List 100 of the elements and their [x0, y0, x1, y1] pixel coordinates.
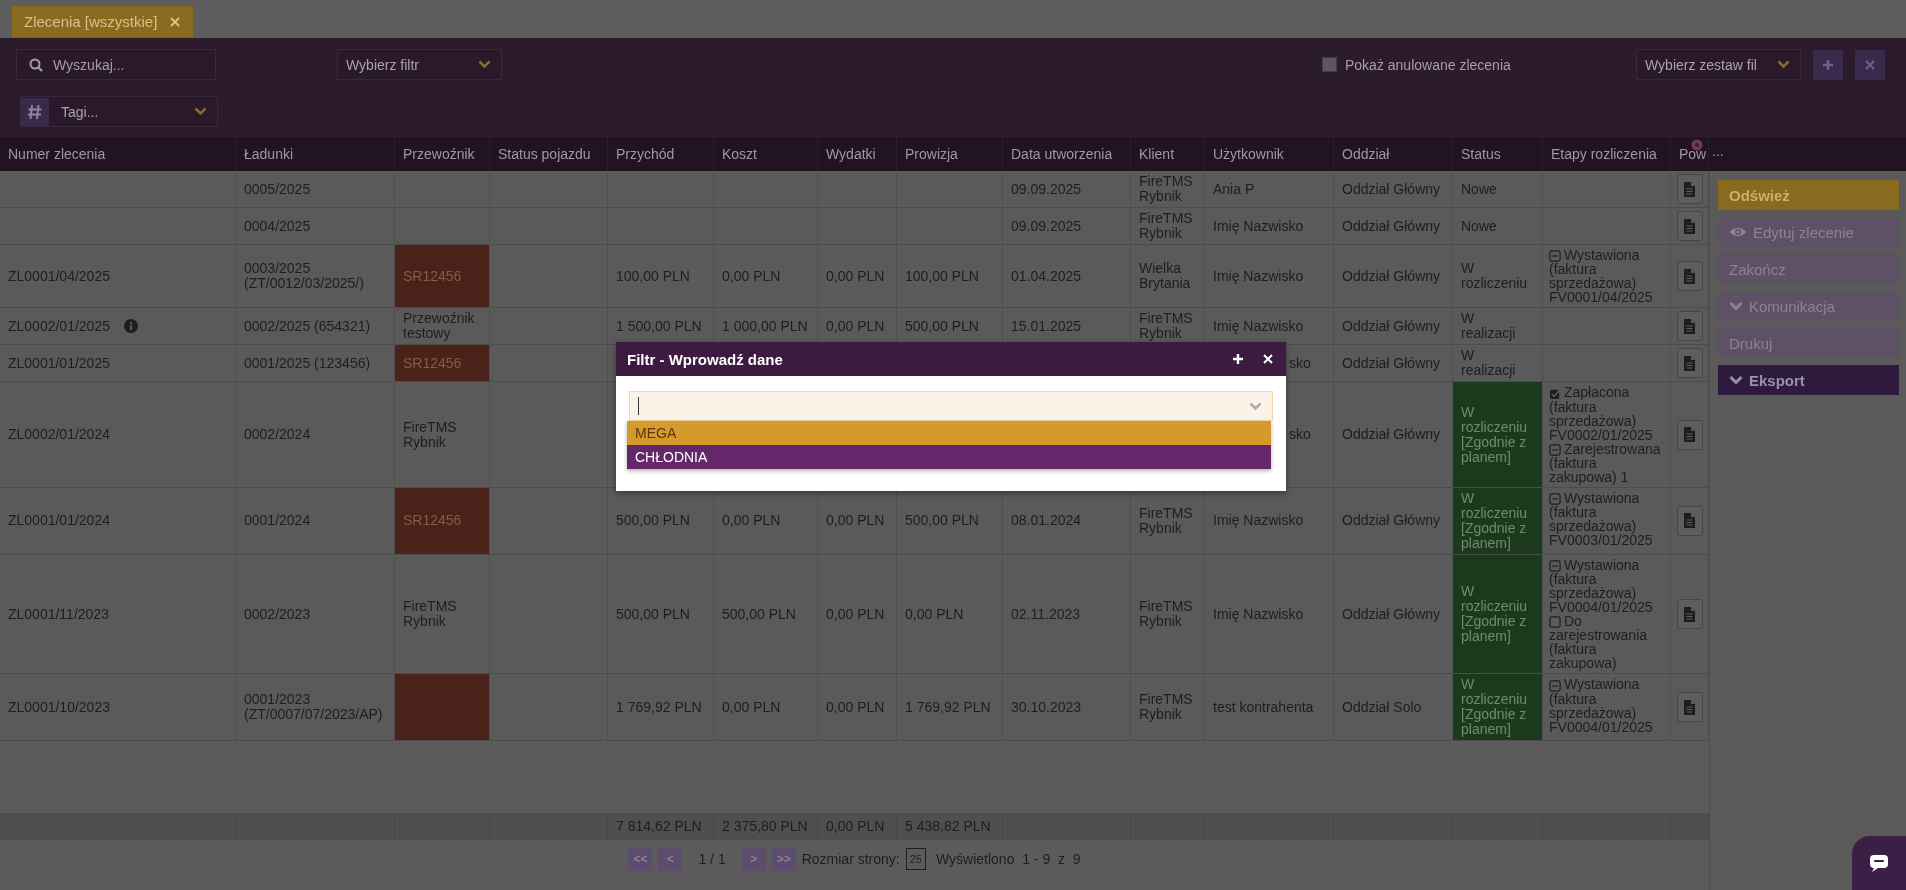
document-button[interactable] [1676, 348, 1703, 379]
document-button[interactable] [1676, 692, 1703, 723]
chat-icon [1868, 852, 1890, 874]
page-size-label: Rozmiar strony: [801, 851, 900, 867]
table-cell: 100,00 PLN [897, 245, 1003, 308]
table-cell: FireTMS Rybnik [395, 382, 490, 487]
stage-text: Wystawiona (faktura sprzedażowa) FV0003/01/2025 [1549, 489, 1653, 549]
checkbox[interactable] [1322, 57, 1337, 72]
close-button[interactable] [1262, 353, 1274, 365]
document-button[interactable] [1676, 505, 1703, 536]
table-cell: ZL0001/01/2025 [0, 345, 236, 382]
caret-icon [1249, 401, 1262, 411]
table-cell: Oddział Główny [1334, 245, 1453, 308]
table-cell: FireTMS Rybnik [395, 554, 490, 674]
table-cell: Imię Nazwisko [1213, 606, 1304, 622]
table-cell: 30.10.2023 [1003, 674, 1131, 741]
table-cell: Wielka Brytania [1131, 245, 1205, 308]
document-button[interactable] [1676, 261, 1703, 292]
table-cell: W rozliczeniu [Zgodnie z planem] [1453, 554, 1543, 674]
table-cell: ZL0002/01/2024 [0, 382, 236, 487]
document-button[interactable] [1676, 599, 1703, 630]
document-icon [1683, 513, 1696, 529]
table-cell: 09.09.2025 [1003, 171, 1131, 207]
action-button[interactable]: Eksport [1718, 365, 1899, 395]
table-cell: Oddział Główny [1334, 208, 1453, 244]
table-cell: W rozliczeniu [1453, 245, 1543, 308]
document-icon [1683, 427, 1696, 443]
filter-dropdown[interactable]: Wybierz filtr [337, 49, 502, 80]
close-icon [1864, 58, 1876, 71]
column-set-dropdown[interactable]: Wybierz zestaw fil [1636, 49, 1801, 80]
table-cell: 0002/2024 [236, 382, 395, 487]
more-columns[interactable]: ... [1712, 143, 1724, 159]
table-cell: 09.09.2025 [1003, 208, 1131, 244]
table-cell: Nowe [1453, 171, 1543, 207]
table-cell: 02.11.2023 [1003, 554, 1131, 674]
table-cell: ZL0001/11/2023 [0, 554, 236, 674]
table-cell: 01.04.2025 [1003, 245, 1131, 308]
results-summary: Wyświetlono 1 - 9 z 9 [935, 851, 1081, 867]
checkbox-label: Pokaż anulowane zlecenia [1345, 56, 1511, 73]
table-cell: 0005/2025 [236, 171, 395, 207]
page-indicator: 1 / 1 [698, 851, 726, 867]
table-cell: Ania P [1213, 181, 1255, 197]
stage-text: Wystawiona (faktura sprzedażowa) FV0001/04/2025 [1549, 247, 1653, 306]
select-field[interactable] [629, 391, 1273, 421]
search-field[interactable]: Wyszukaj... [16, 49, 216, 80]
chevron-icon [1729, 375, 1743, 385]
table-cell: Oddział Główny [1334, 171, 1453, 207]
dropdown-option[interactable]: CHŁODNIA [627, 445, 1271, 469]
caret-icon [194, 107, 207, 116]
table-cell: 500,00 PLN [608, 554, 714, 674]
table-cell: 0,00 PLN [818, 554, 897, 674]
table-cell: 0004/2025 [236, 208, 395, 244]
search-icon [29, 57, 43, 72]
table-cell: Przewoźnik testowy [395, 308, 490, 345]
table-cell: Imię Nazwisko [1213, 218, 1304, 234]
document-button[interactable] [1676, 211, 1703, 241]
hash-icon [21, 97, 49, 126]
eye-icon [1729, 225, 1747, 239]
stage-text: Zapłacona (faktura sprzedażowa) FV0002/01/2025 [1549, 384, 1653, 443]
close-icon [1262, 353, 1274, 365]
table-cell: ZL0001/04/2025 [0, 245, 236, 308]
document-icon [1683, 606, 1696, 622]
document-button[interactable] [1676, 311, 1703, 342]
document-icon [1683, 355, 1696, 371]
table-cell: Oddział Główny [1334, 308, 1453, 345]
table-cell: 0,00 PLN [818, 245, 897, 308]
plus-icon [1822, 58, 1834, 71]
stage-text: Wystawiona (faktura sprzedażowa) FV0004/01/2025 [1549, 676, 1653, 735]
table-cell: sko [1289, 355, 1311, 371]
table-cell: SR12456 [395, 245, 490, 308]
stage-text: Zarejestrowana (faktura zakupowa) 1 [1549, 440, 1661, 485]
document-icon [1683, 181, 1696, 197]
table-cell: Imię Nazwisko [1213, 513, 1304, 529]
caret-icon [478, 60, 491, 69]
table-cell: 0,00 PLN [818, 674, 897, 741]
document-icon [1683, 700, 1696, 715]
chevron-icon [1729, 301, 1743, 311]
table-cell: Nowe [1453, 208, 1543, 244]
table-cell: sko [1289, 427, 1311, 443]
caret-icon [1777, 60, 1790, 69]
table-cell: 1 769,92 PLN [897, 674, 1003, 741]
chat-button[interactable] [1852, 836, 1906, 890]
table-cell: 100,00 PLN [608, 245, 714, 308]
add-button[interactable] [1232, 353, 1244, 365]
table-cell: 0,00 PLN [714, 245, 818, 308]
table-cell: W rozliczeniu [Zgodnie z planem] [1453, 674, 1543, 741]
table-cell: Imię Nazwisko [1213, 268, 1304, 284]
table-cell: 0,00 PLN [897, 554, 1003, 674]
document-button[interactable] [1676, 419, 1703, 450]
document-icon [1683, 268, 1696, 284]
table-cell: FireTMS Rybnik [1131, 554, 1205, 674]
table-cell: 500,00 PLN [714, 554, 818, 674]
stage-text: Wystawiona (faktura sprzedażowa) FV0004/01/2025 [1549, 556, 1653, 616]
stage-text: Do zarejestrowania (faktura zakupowa) [1549, 613, 1648, 672]
table-cell: 0002/2023 [236, 554, 395, 674]
table-cell: FireTMS Rybnik [1131, 674, 1205, 741]
tags-dropdown[interactable]: Tagi... [20, 96, 218, 127]
dropdown-option[interactable]: MEGA [627, 421, 1271, 445]
table-cell: Imię Nazwisko [1213, 318, 1304, 334]
document-button[interactable] [1676, 174, 1703, 204]
